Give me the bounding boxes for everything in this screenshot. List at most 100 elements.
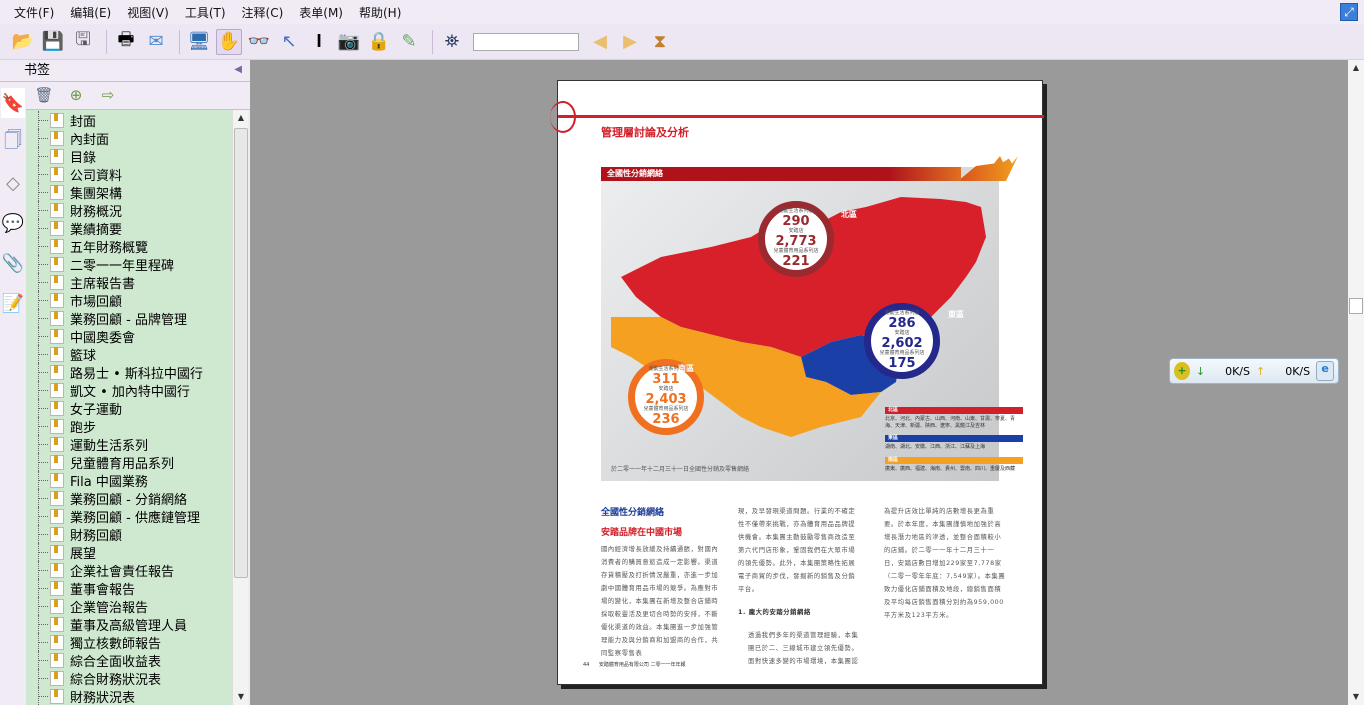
fullscreen-icon[interactable]: 🖥 [186,29,212,55]
bookmark-item[interactable]: 主席報告書 [26,273,232,292]
bookmark-label: 董事及高級管理人員 [70,618,188,634]
bookmark-item[interactable]: 兒童體育用品系列 [26,453,232,472]
bookmark-item[interactable]: 市場回顧 [26,291,232,310]
header-rule [558,115,1044,118]
bookmark-item[interactable]: 業務回顧 - 品牌管理 [26,309,232,328]
bookmark-item[interactable]: 封面 [26,111,232,130]
south-tag: 南區 [678,364,694,373]
bookmark-label: 綜合財務狀況表 [70,672,162,688]
add-child-bookmark-icon[interactable]: ⇨ [98,86,118,106]
attachments-panel-icon[interactable]: 📎 [1,248,25,278]
bookmark-item[interactable]: 凱文 • 加內特中國行 [26,381,232,400]
hand-tool-icon[interactable]: ✋ [216,28,242,55]
delete-bookmark-icon[interactable]: 🗑 [34,86,54,106]
menu-item[interactable]: 编辑(E) [70,4,111,21]
scroll-thumb[interactable] [1349,298,1363,314]
bookmark-item[interactable]: 運動生活系列 [26,435,232,454]
menu-item[interactable]: 工具(T) [185,4,226,21]
bookmark-item[interactable]: 路易士 • 斯科拉中國行 [26,363,232,382]
layers-panel-icon[interactable]: ◇ [1,168,25,198]
bookmark-item[interactable]: 業務回顧 - 分銷網絡 [26,489,232,508]
paragraph: 透過我們多年的渠道管理經驗，本集團已於二、三線城市建立領先優勢。面對快速多變的市… [748,632,859,665]
pages-panel-icon[interactable]: 🗍 [1,128,25,158]
search-input[interactable] [473,32,579,51]
bookmark-item[interactable]: 集團架構 [26,183,232,202]
scroll-up-icon[interactable]: ▲ [233,110,249,126]
bookmark-item[interactable]: 企業社會責任報告 [26,561,232,580]
bookmark-item[interactable]: 內封面 [26,129,232,148]
bookmark-item[interactable]: 目錄 [26,147,232,166]
body-column-3: 為提升店效比單純的店數增長更為重要。於本年度，本集團謹慎地加強於高增長潛力地區的… [884,508,1006,619]
menu-item[interactable]: 视图(V) [127,4,169,21]
next-result-icon[interactable]: ▶ [617,29,643,55]
bookmark-item[interactable]: 五年財務概覽 [26,237,232,256]
bookmark-scrollbar[interactable]: ▲ ▼ [232,110,248,705]
bookmark-icon [50,274,64,290]
kids-count: 221 [782,254,810,269]
add-bookmark-icon[interactable]: ⊕ [66,86,86,106]
bookmark-label: 中國奧委會 [70,330,136,346]
bookmark-item[interactable]: 綜合財務狀況表 [26,669,232,688]
comments-panel-icon[interactable]: 💬 [1,208,25,238]
speed-booster-icon[interactable]: + [1174,362,1190,380]
browser-e-icon[interactable]: e [1316,361,1334,381]
bookmark-item[interactable]: 董事會報告 [26,579,232,598]
bookmark-item[interactable]: 展望 [26,543,232,562]
signatures-panel-icon[interactable]: 📝 [1,288,25,318]
bookmark-item[interactable]: Fila 中國業務 [26,471,232,490]
bookmark-item[interactable]: 財務狀況表 [26,687,232,705]
document-scrollbar[interactable]: ▲ ▼ [1348,60,1364,705]
scroll-thumb[interactable] [234,128,248,578]
bookmark-label: 目錄 [70,150,97,166]
batch-search-icon[interactable]: ⧗ [647,29,673,55]
bookmark-label: 公司資料 [70,168,123,184]
scroll-up-icon[interactable]: ▲ [1348,60,1364,76]
bookmark-label: 財務概況 [70,204,123,220]
bookmark-item[interactable]: 企業管治報告 [26,597,232,616]
restore-window-button[interactable]: ⤢ [1340,3,1358,21]
map-caption: 於二零一一年十二月三十一日全國性分銷及零售網絡 [611,466,750,473]
bookmark-item[interactable]: 業績摘要 [26,219,232,238]
snapshot-icon[interactable]: 📷 [336,29,362,55]
find-binoculars-icon[interactable]: ⛯ [439,29,465,55]
legend-title: 南區 [885,457,1023,464]
bookmark-item[interactable]: 女子運動 [26,399,232,418]
bookmark-icon [50,130,64,146]
open-folder-icon[interactable]: 📂 [10,29,36,55]
bookmark-item[interactable]: 籃球 [26,345,232,364]
save-icon[interactable]: 💾 [40,29,66,55]
bookmark-panel-icon[interactable]: 🔖 [1,88,25,118]
bookmark-item[interactable]: 二零一一年里程碑 [26,255,232,274]
read-mode-icon[interactable]: 👓 [246,29,272,55]
email-icon[interactable]: ✉ [143,29,169,55]
bookmark-icon [50,652,64,668]
menu-item[interactable]: 注释(C) [242,4,284,21]
scroll-down-icon[interactable]: ▼ [233,689,249,705]
bookmark-item[interactable]: 財務回顧 [26,525,232,544]
menu-item[interactable]: 帮助(H) [359,4,401,21]
bookmark-label: 凱文 • 加內特中國行 [70,384,190,400]
bookmark-item[interactable]: 財務概況 [26,201,232,220]
menu-item[interactable]: 文件(F) [14,4,54,21]
menu-item[interactable]: 表单(M) [299,4,343,21]
menu-bar: 文件(F) 编辑(E) 视图(V) 工具(T) 注释(C) 表单(M) 帮助(H) [0,0,1364,24]
bookmark-item[interactable]: 跑步 [26,417,232,436]
print-icon[interactable]: 🖶 [113,29,139,55]
rms-lock-icon[interactable]: 🔒 [366,29,392,55]
bookmark-label: 獨立核數師報告 [70,636,162,652]
bookmark-label: 女子運動 [70,402,123,418]
bookmark-item[interactable]: 獨立核數師報告 [26,633,232,652]
previous-result-icon[interactable]: ◀ [587,29,613,55]
scroll-down-icon[interactable]: ▼ [1348,689,1364,705]
bookmark-item[interactable]: 綜合全面收益表 [26,651,232,670]
bookmark-item[interactable]: 董事及高級管理人員 [26,615,232,634]
collapse-panel-icon[interactable]: ◀ [234,64,242,75]
bookmark-label: 企業社會責任報告 [70,564,175,580]
select-arrow-icon[interactable]: ↖ [276,29,302,55]
text-select-icon[interactable]: 𝐈 [306,29,332,55]
sign-icon[interactable]: ✎ [396,29,422,55]
save-as-icon[interactable]: 🖫 [70,29,96,55]
bookmark-item[interactable]: 業務回顧 - 供應鏈管理 [26,507,232,526]
bookmark-item[interactable]: 中國奧委會 [26,327,232,346]
bookmark-item[interactable]: 公司資料 [26,165,232,184]
